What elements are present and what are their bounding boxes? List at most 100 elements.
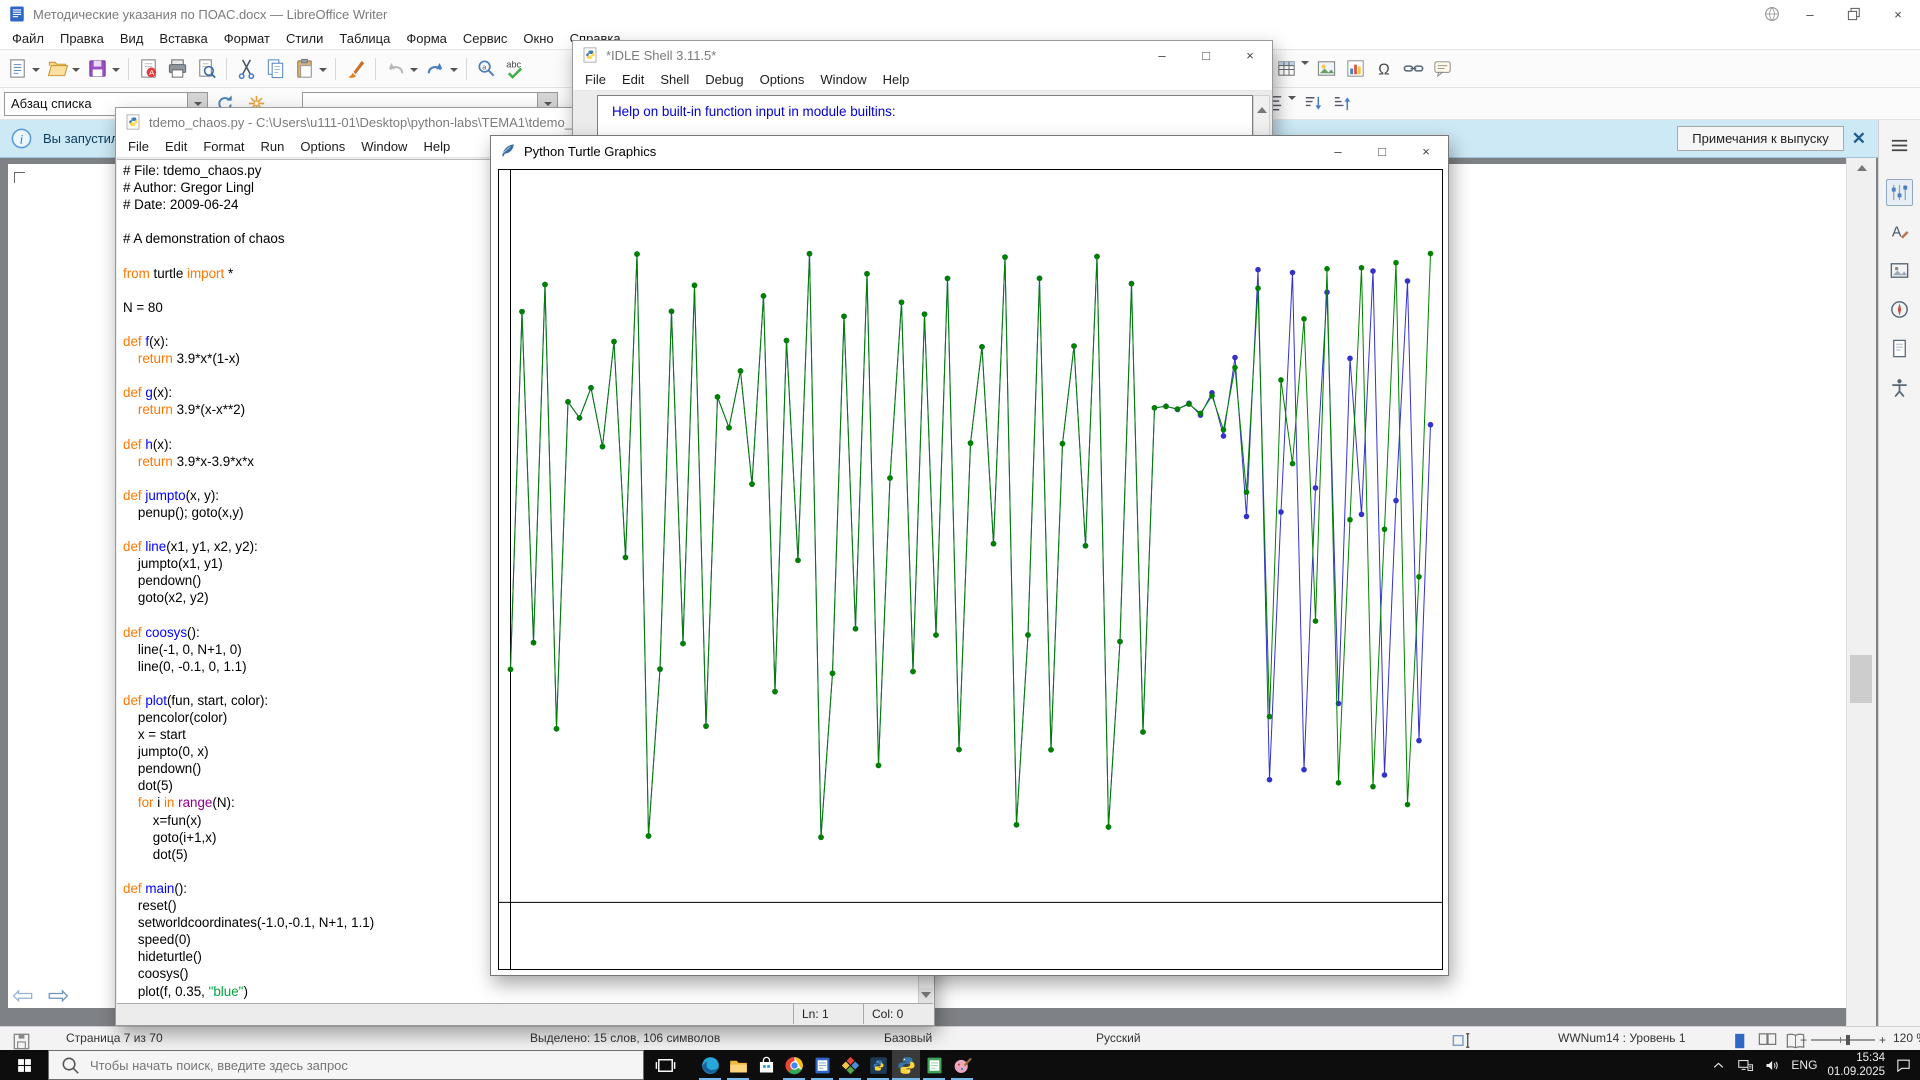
idle-minimize-button[interactable]: – — [1140, 41, 1184, 69]
speaker-icon[interactable] — [1764, 1057, 1781, 1074]
sidebar-panel-gallery-icon[interactable] — [1886, 257, 1913, 284]
taskbar-app-paint-palette-icon[interactable] — [948, 1050, 976, 1080]
status-language[interactable]: Русский — [1096, 1031, 1141, 1045]
network-icon[interactable] — [1737, 1057, 1754, 1074]
turtle-maximize-button[interactable]: □ — [1360, 136, 1404, 166]
selection-mode-icon[interactable] — [1450, 1029, 1473, 1052]
start-button[interactable] — [0, 1050, 48, 1080]
menubar-extension-icon[interactable] — [1763, 5, 1781, 23]
status-list-level[interactable]: WWNum14 : Уровень 1 — [1558, 1031, 1686, 1045]
writer-menu-таблица[interactable]: Таблица — [331, 29, 398, 48]
status-paragraph-style[interactable]: Базовый — [884, 1031, 932, 1045]
print-preview-icon[interactable] — [193, 55, 220, 82]
notification-center-icon[interactable] — [1895, 1057, 1912, 1074]
writer-menu-правка[interactable]: Правка — [52, 29, 112, 48]
taskbar-app-explorer-icon[interactable] — [724, 1050, 752, 1080]
writer-close-button[interactable]: × — [1876, 0, 1920, 28]
taskbar-app-edge-icon[interactable] — [696, 1050, 724, 1080]
writer-minimize-button[interactable]: – — [1788, 0, 1832, 28]
writer-menu-форма[interactable]: Форма — [398, 29, 455, 48]
editor-menu-format[interactable]: Format — [195, 137, 252, 156]
writer-restore-button[interactable] — [1832, 0, 1876, 28]
idle-menu-file[interactable]: File — [577, 70, 614, 89]
chevron-down-icon[interactable] — [450, 67, 458, 76]
scroll-down-icon[interactable] — [919, 988, 933, 1003]
task-view-icon[interactable] — [648, 1050, 682, 1080]
status-selection[interactable]: Выделено: 15 слов, 106 символов — [530, 1031, 720, 1045]
copy-icon[interactable] — [262, 55, 289, 82]
taskbar-app-python-icon[interactable] — [892, 1050, 920, 1080]
chevron-down-icon[interactable] — [32, 67, 40, 76]
clock[interactable]: 15:34 01.09.2025 — [1827, 1051, 1885, 1080]
paste-icon[interactable] — [291, 55, 318, 82]
zoom-slider[interactable]: − + — [1800, 1033, 1886, 1047]
language-indicator[interactable]: ENG — [1791, 1058, 1817, 1072]
special-char-icon[interactable]: Ω — [1371, 55, 1398, 82]
scroll-up-icon[interactable] — [1256, 102, 1267, 113]
sidebar-panel-styles-icon[interactable]: A — [1886, 218, 1913, 245]
insert-chart-icon[interactable] — [1342, 55, 1369, 82]
hidden-icons-chevron-icon[interactable] — [1710, 1057, 1727, 1074]
zoom-slider-knob[interactable] — [1846, 1035, 1851, 1045]
taskbar-app-store-icon[interactable] — [752, 1050, 780, 1080]
turtle-minimize-button[interactable]: – — [1316, 136, 1360, 166]
taskbar-app-diamond-icon[interactable] — [836, 1050, 864, 1080]
document-scrollbar[interactable] — [1846, 158, 1876, 1026]
sidebar-panel-accessibility-icon[interactable] — [1886, 374, 1913, 401]
insert-comment-icon[interactable] — [1429, 55, 1456, 82]
writer-menu-файл[interactable]: Файл — [4, 29, 52, 48]
search-input[interactable] — [90, 1057, 633, 1073]
editor-menu-run[interactable]: Run — [253, 137, 293, 156]
sidebar-panel-page-icon[interactable] — [1886, 335, 1913, 362]
export-pdf-icon[interactable]: A — [135, 55, 162, 82]
idle-close-button[interactable]: × — [1228, 41, 1272, 69]
sort-ascending-icon[interactable] — [1300, 90, 1327, 117]
writer-menu-окно[interactable]: Окно — [515, 29, 561, 48]
idle-menu-window[interactable]: Window — [812, 70, 874, 89]
chevron-down-icon[interactable] — [72, 67, 80, 76]
idle-menu-edit[interactable]: Edit — [614, 70, 652, 89]
editor-menu-window[interactable]: Window — [353, 137, 415, 156]
undo-icon[interactable] — [382, 55, 409, 82]
insert-table-icon[interactable] — [1273, 55, 1300, 82]
idle-menu-help[interactable]: Help — [875, 70, 918, 89]
find-replace-icon[interactable]: a — [473, 55, 500, 82]
editor-menu-options[interactable]: Options — [292, 137, 353, 156]
writer-menu-стили[interactable]: Стили — [278, 29, 331, 48]
chevron-down-icon[interactable] — [1301, 61, 1309, 69]
writer-menu-вид[interactable]: Вид — [112, 29, 152, 48]
taskbar-app-green-document-icon[interactable] — [920, 1050, 948, 1080]
release-notes-button[interactable]: Примечания к выпуску — [1677, 126, 1844, 151]
previous-page-arrow-icon[interactable]: ⇦ — [12, 980, 34, 1011]
idle-menu-shell[interactable]: Shell — [652, 70, 697, 89]
editor-menu-help[interactable]: Help — [415, 137, 458, 156]
status-page[interactable]: Страница 7 из 70 — [66, 1031, 163, 1045]
clone-formatting-icon[interactable] — [342, 55, 369, 82]
writer-menu-вставка[interactable]: Вставка — [151, 29, 215, 48]
idle-menu-options[interactable]: Options — [752, 70, 813, 89]
turtle-close-button[interactable]: × — [1404, 136, 1448, 166]
taskbar-app-chrome-icon[interactable] — [780, 1050, 808, 1080]
open-icon[interactable] — [44, 55, 71, 82]
next-page-arrow-icon[interactable]: ⇨ — [48, 980, 70, 1011]
sort-descending-icon[interactable] — [1329, 90, 1356, 117]
sidebar-panel-navigator-icon[interactable] — [1886, 296, 1913, 323]
taskbar-app-python-idle-icon[interactable] — [864, 1050, 892, 1080]
scroll-up-icon[interactable] — [1847, 158, 1876, 176]
infobar-close-icon[interactable]: ✕ — [1852, 129, 1866, 149]
idle-maximize-button[interactable]: □ — [1184, 41, 1228, 69]
spell-check-icon[interactable]: abc — [502, 55, 529, 82]
save-icon[interactable] — [84, 55, 111, 82]
insert-image-icon[interactable] — [1313, 55, 1340, 82]
cut-icon[interactable] — [233, 55, 260, 82]
idle-menu-debug[interactable]: Debug — [697, 70, 751, 89]
chevron-down-icon[interactable] — [112, 67, 120, 76]
writer-menu-формат[interactable]: Формат — [216, 29, 278, 48]
new-document-icon[interactable] — [4, 55, 31, 82]
sidebar-panel-properties-icon[interactable] — [1886, 179, 1913, 206]
taskbar-search[interactable] — [48, 1050, 644, 1080]
editor-menu-edit[interactable]: Edit — [157, 137, 195, 156]
redo-icon[interactable] — [422, 55, 449, 82]
editor-menu-file[interactable]: File — [120, 137, 157, 156]
print-icon[interactable] — [164, 55, 191, 82]
